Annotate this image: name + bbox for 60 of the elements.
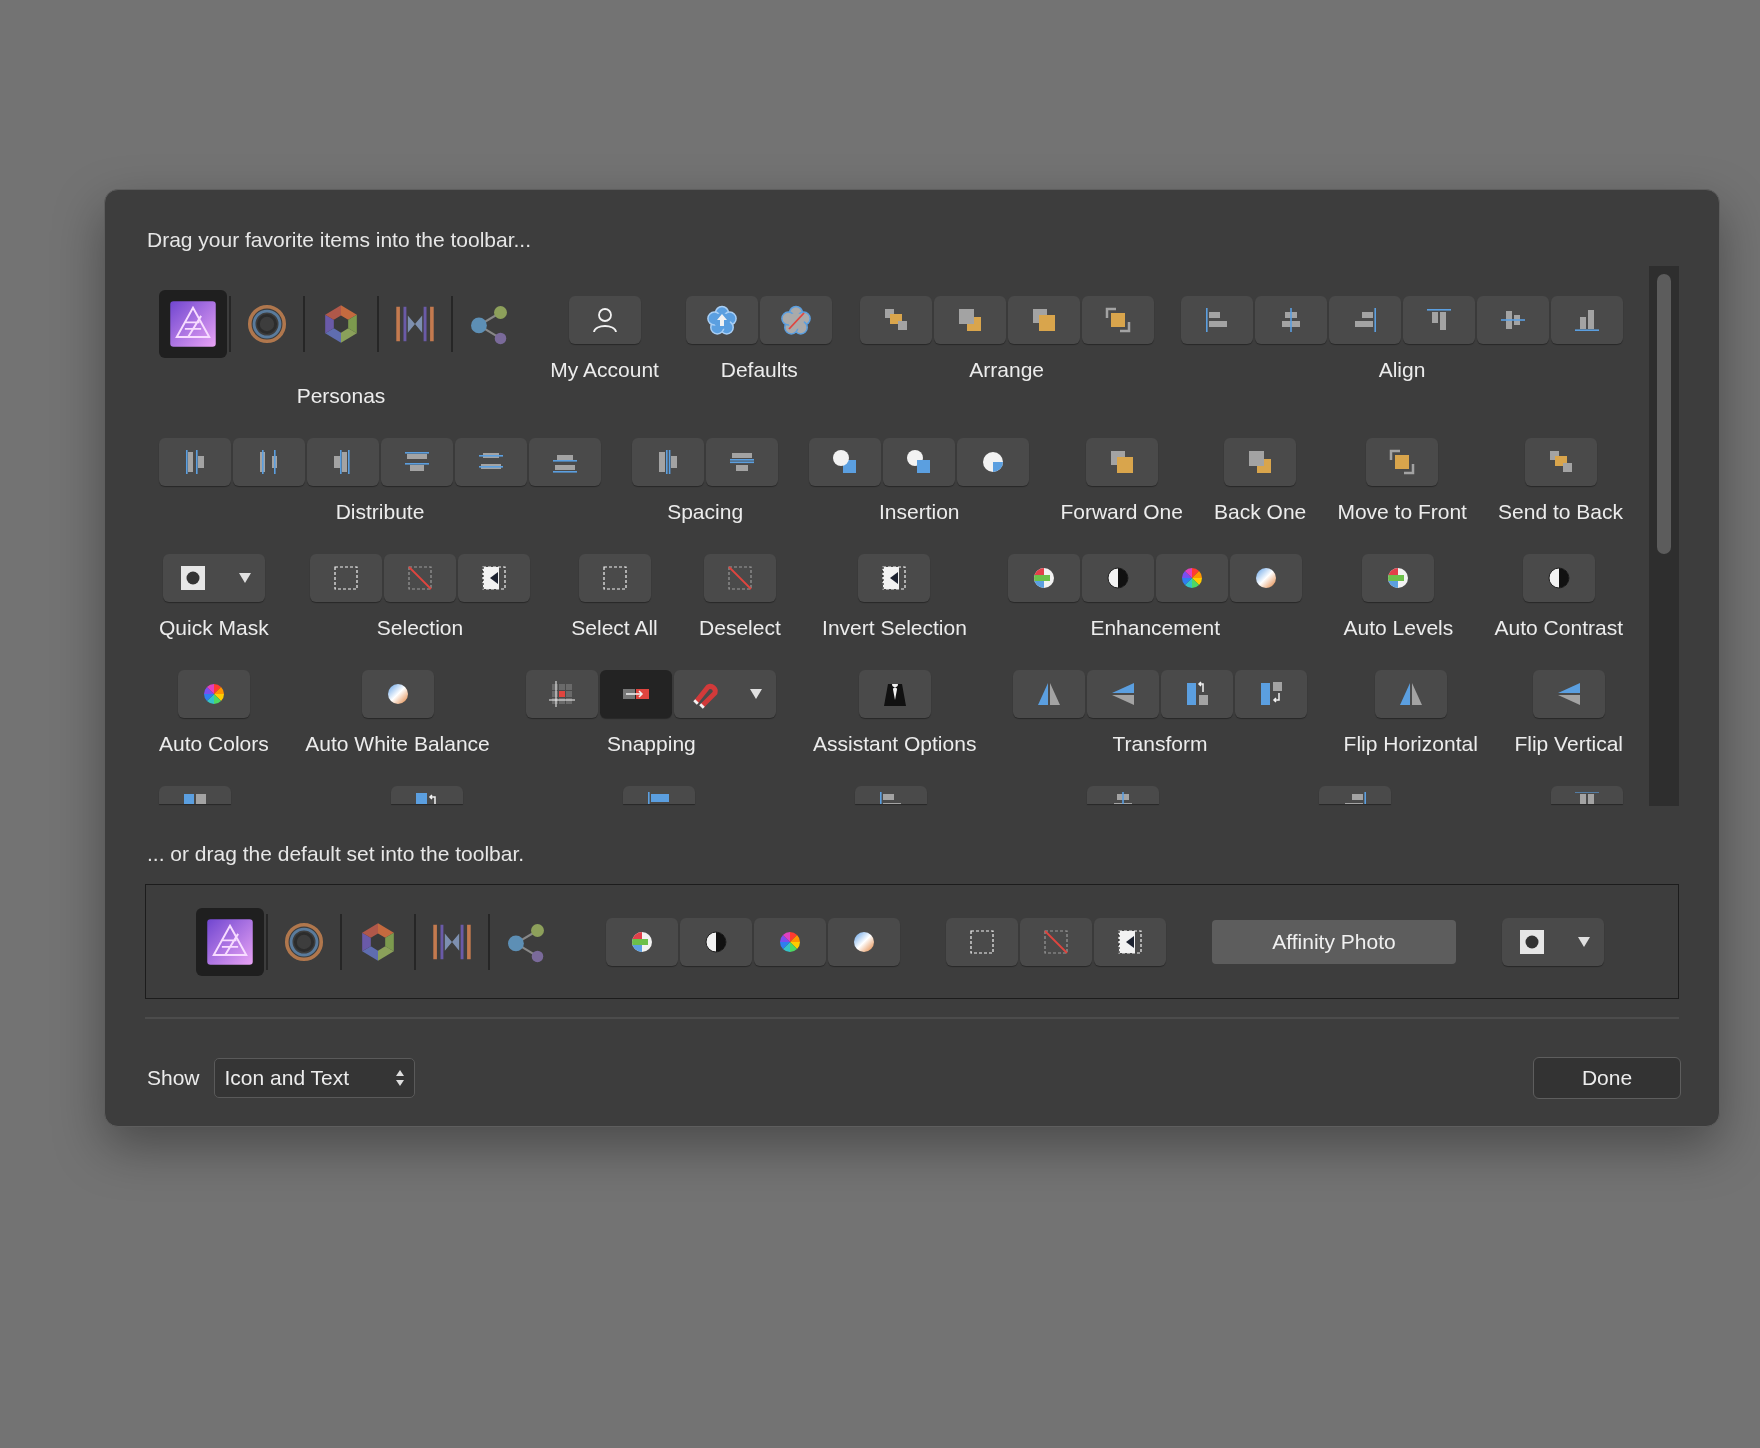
toolbar-item-button[interactable] [809,438,882,486]
toolbar-item-button[interactable] [1522,554,1595,602]
toolbar-item-button[interactable] [883,438,956,486]
group-label: Auto Levels [1343,616,1454,640]
default-set-panel[interactable]: Affinity Photo [145,884,1679,999]
group-label: Assistant Options [813,732,977,756]
up-down-caret-icon [395,1069,404,1087]
group-label: Defaults [720,358,798,382]
group-label: Flip Vertical [1514,732,1623,756]
toolbar-item-button[interactable] [957,438,1030,486]
group-label: Enhancement [1090,616,1220,640]
done-button[interactable]: Done [1533,1057,1681,1099]
group-label: Auto Colors [159,732,269,756]
affinity-photo-button[interactable]: Affinity Photo [1212,919,1456,964]
group-label: Spacing [667,500,744,524]
group-label: Transform [1112,732,1208,756]
toolbar-item-button[interactable] [1094,917,1166,966]
group-label: Forward One [1060,500,1183,524]
show-label: Show [147,1066,200,1090]
group-label: Selection [376,616,464,640]
group-label: Auto Contrast [1494,616,1623,640]
toolbar-item-button[interactable] [1502,917,1604,966]
group-label: Select All [571,616,658,640]
group-label: Move to Front [1337,500,1467,524]
instruction-text: Drag your favorite items into the toolbar... [146,228,533,252]
group-label: Quick Mask [159,616,269,640]
toolbar-item-button[interactable] [1362,554,1435,602]
scrollbar-thumb[interactable] [1657,274,1671,554]
toolbar-item-button[interactable] [162,554,265,602]
persona-button[interactable] [196,907,264,976]
aperture-app-icon [167,298,219,350]
toolbar-item-button[interactable] [1230,554,1303,602]
group-label: Send to Back [1498,500,1623,524]
toolbar-item-button[interactable] [458,554,530,602]
persona-button[interactable] [159,290,227,358]
toolbar-item-button[interactable] [1008,554,1081,602]
toolbar-item-button[interactable] [680,917,752,966]
toolbar-item-button[interactable] [858,554,931,602]
group-label: Back One [1214,500,1307,524]
group-label: Arrange [969,358,1044,382]
toolbar-item-button[interactable] [606,917,678,966]
toolbar-item-button[interactable] [568,296,641,344]
group-label: Invert Selection [822,616,967,640]
show-select[interactable]: Icon and Text [213,1058,415,1098]
group-label: Personas [296,384,386,408]
group-label: Deselect [699,616,781,640]
group-label: My Account [550,358,659,382]
group-label: Snapping [607,732,696,756]
flower-arrow-icon [706,304,739,336]
group-label: Distribute [335,500,425,524]
toolbar-item-button[interactable] [828,917,900,966]
instruction-text: ... or drag the default set into the toolbar. [146,842,526,866]
group-label: Flip Horizontal [1343,732,1478,756]
toolbar-item-button[interactable] [1082,554,1155,602]
group-label: Auto White Balance [305,732,490,756]
flower-slash-icon [780,304,813,336]
toolbar-item-button[interactable] [686,296,759,344]
group-label: Align [1378,358,1426,382]
toolbar-item-button[interactable] [361,670,434,718]
group-label: Insertion [878,500,960,524]
